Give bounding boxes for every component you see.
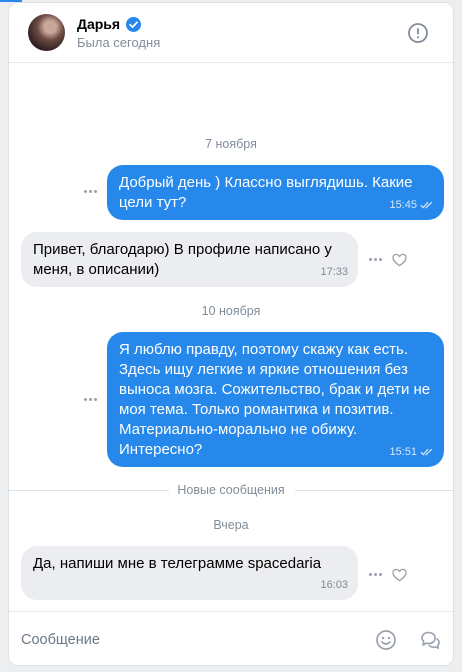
message-meta: 15:45 — [389, 195, 434, 215]
contact-name-row: Дарья — [77, 16, 142, 32]
new-messages-label: Новые сообщения — [169, 483, 293, 497]
message-meta: 15:51 — [389, 442, 434, 462]
message-time: 15:51 — [389, 446, 417, 458]
message-actions-icon[interactable] — [84, 398, 98, 402]
message-composer — [9, 611, 453, 665]
message-time: 17:33 — [320, 266, 348, 278]
message-meta: 17:33 — [320, 262, 348, 282]
chat-window: Дарья Была сегодня 7 ноября Добрый день … — [8, 2, 454, 666]
message-meta: 16:03 — [320, 575, 348, 595]
message-input[interactable] — [21, 626, 361, 654]
message-outgoing[interactable]: Я люблю правду, поэтому скажу как есть. … — [107, 332, 444, 467]
contact-status: Была сегодня — [77, 35, 161, 50]
message-templates-icon[interactable] — [419, 629, 441, 651]
message-incoming[interactable]: Привет, благодарю) В профиле написано у … — [21, 232, 358, 287]
contact-name[interactable]: Дарья — [77, 16, 120, 32]
message-actions-icon[interactable] — [369, 258, 383, 262]
message-text: Я люблю правду, поэтому скажу как есть. … — [119, 341, 431, 458]
message-actions-icon[interactable] — [84, 190, 98, 194]
emoji-icon[interactable] — [375, 629, 397, 651]
message-text: Добрый день ) Классно выглядишь. Какие ц… — [119, 174, 413, 211]
message-outgoing[interactable]: Добрый день ) Классно выглядишь. Какие ц… — [107, 165, 444, 220]
message-time: 15:45 — [389, 199, 417, 211]
avatar[interactable] — [28, 14, 65, 51]
message-incoming[interactable]: Да, напиши мне в телеграмме spacedaria 1… — [21, 546, 358, 600]
date-separator: 10 ноября — [201, 304, 261, 318]
message-text: Да, напиши мне в телеграмме spacedaria — [33, 555, 322, 572]
message-text: Привет, благодарю) В профиле написано у … — [33, 241, 332, 278]
date-separator: Вчера — [213, 518, 249, 532]
chat-header: Дарья Была сегодня — [9, 3, 453, 63]
verified-icon — [126, 16, 142, 32]
read-checkmarks-icon — [420, 448, 433, 456]
message-history[interactable]: 7 ноября Добрый день ) Классно выглядишь… — [9, 63, 453, 611]
info-icon[interactable] — [407, 22, 429, 44]
like-heart-icon[interactable] — [392, 568, 407, 582]
read-checkmarks-icon — [420, 201, 433, 209]
date-separator: 7 ноября — [205, 137, 257, 151]
like-heart-icon[interactable] — [392, 253, 407, 267]
message-time: 16:03 — [320, 579, 348, 591]
message-actions-icon[interactable] — [369, 573, 383, 577]
new-messages-separator: Новые сообщения — [9, 483, 453, 497]
